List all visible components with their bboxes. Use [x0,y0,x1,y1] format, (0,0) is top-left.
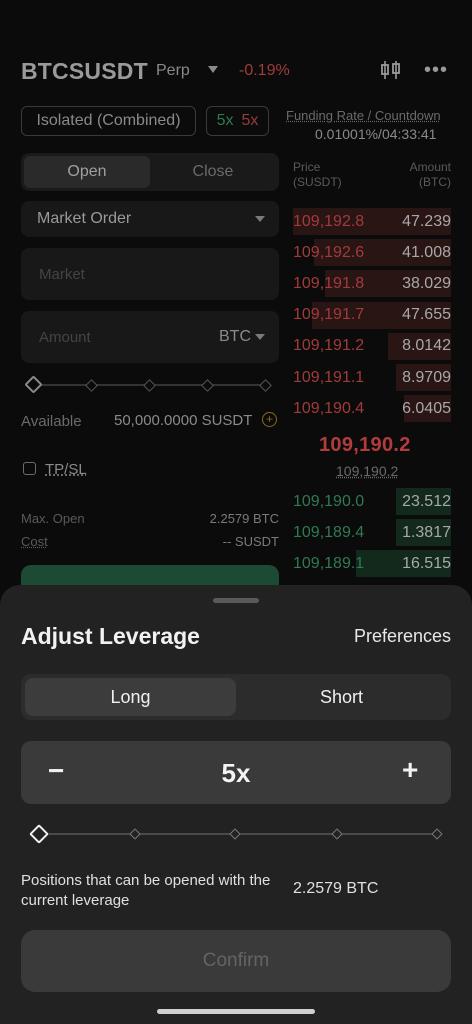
open-close-tabs: Open Close [21,153,279,191]
ask-row[interactable]: 109,191.2 8.0142 [293,332,451,360]
ask-price: 109,191.8 [293,274,365,292]
chevron-down-icon [255,216,265,222]
orderbook-price-header: Price (SUSDT) [293,160,342,190]
price-header-unit: (SUSDT) [293,175,342,189]
order-type-select[interactable]: Market Order [21,201,279,237]
ask-price: 109,191.1 [293,368,365,386]
ask-amount: 8.9709 [402,368,451,386]
sheet-grab-handle[interactable] [213,598,259,603]
ask-amount: 38.029 [402,274,451,292]
ask-amount: 41.008 [402,243,451,261]
tab-long[interactable]: Long [25,678,236,716]
funding-rate-label[interactable]: Funding Rate / Countdown [286,108,441,123]
mark-price[interactable]: 109,190.2 [336,463,398,479]
ask-row[interactable]: 109,192.6 41.008 [293,239,451,267]
cost-value: -- SUSDT [222,534,279,549]
ask-price: 109,192.6 [293,243,365,261]
cost-label: Cost [21,534,48,549]
order-type-label: Market Order [37,210,132,227]
ask-price: 109,192.8 [293,212,365,230]
candlestick-chart-icon[interactable] [380,59,402,81]
max-open-value: 2.2579 BTC [209,511,279,526]
home-indicator[interactable] [157,1009,315,1014]
ask-price: 109,191.7 [293,306,365,324]
bid-row[interactable]: 109,189.1 16.515 [293,550,451,577]
ask-amount: 47.655 [402,306,451,324]
increase-leverage-button[interactable]: + [402,754,418,786]
price-change: -0.19% [239,62,290,79]
last-price[interactable]: 109,190.2 [319,434,411,457]
chevron-down-icon [255,334,265,340]
tab-close[interactable]: Close [150,156,276,188]
short-leverage: 5x [241,112,259,129]
amount-header-unit: (BTC) [419,175,451,189]
amount-unit-select[interactable]: BTC [219,328,251,346]
funding-rate-value: 0.01001%/04:33:41 [315,126,437,142]
long-short-tabs: Long Short [21,674,451,720]
bid-price: 109,190.0 [293,492,365,510]
bid-price: 109,189.1 [293,554,365,572]
sheet-title: Adjust Leverage [21,623,200,649]
ask-price: 109,191.2 [293,337,365,355]
add-funds-icon[interactable]: + [262,412,277,427]
price-input[interactable]: Market [21,248,279,300]
ask-amount: 8.0142 [402,337,451,355]
amount-input[interactable]: Amount BTC [21,311,279,363]
bid-price: 109,189.4 [293,523,365,541]
ask-row[interactable]: 109,191.7 47.655 [293,301,451,329]
ask-row[interactable]: 109,191.8 38.029 [293,270,451,298]
leverage-button[interactable]: 5x 5x [206,106,269,136]
price-header-label: Price [293,160,321,174]
more-icon[interactable]: ••• [424,60,448,80]
preferences-link[interactable]: Preferences [354,626,451,647]
bid-amount: 23.512 [402,492,451,510]
ask-row[interactable]: 109,192.8 47.239 [293,208,451,235]
symbol-title[interactable]: BTCSUSDT [21,58,148,85]
ask-amount: 47.239 [402,212,451,230]
amount-placeholder: Amount [39,328,91,346]
tab-short[interactable]: Short [236,678,447,716]
tab-open[interactable]: Open [24,156,150,188]
bid-row[interactable]: 109,189.4 1.3817 [293,519,451,546]
max-open-label: Max. Open [21,511,85,526]
tpsl-label[interactable]: TP/SL [45,461,87,478]
available-label: Available [21,413,82,430]
ask-row[interactable]: 109,191.1 8.9709 [293,364,451,391]
ask-row[interactable]: 109,190.4 6.0405 [293,395,451,423]
amount-header-label: Amount [409,160,451,174]
bid-amount: 16.515 [402,554,451,572]
margin-mode-button[interactable]: Isolated (Combined) [21,106,196,136]
contract-type[interactable]: Perp [156,62,190,80]
ask-amount: 6.0405 [402,399,451,417]
tpsl-checkbox[interactable] [23,462,36,475]
orderbook-amount-header: Amount (BTC) [410,160,451,190]
bid-row[interactable]: 109,190.0 23.512 [293,488,451,515]
positions-label: Positions that can be opened with the cu… [21,872,271,909]
positions-value: 2.2579 BTC [293,880,379,897]
chevron-down-icon[interactable] [208,66,218,73]
long-leverage: 5x [216,112,234,129]
confirm-button[interactable]: Confirm [21,930,451,992]
ask-price: 109,190.4 [293,399,365,417]
available-value: 50,000.0000 SUSDT [114,412,253,429]
bid-amount: 1.3817 [402,523,451,541]
